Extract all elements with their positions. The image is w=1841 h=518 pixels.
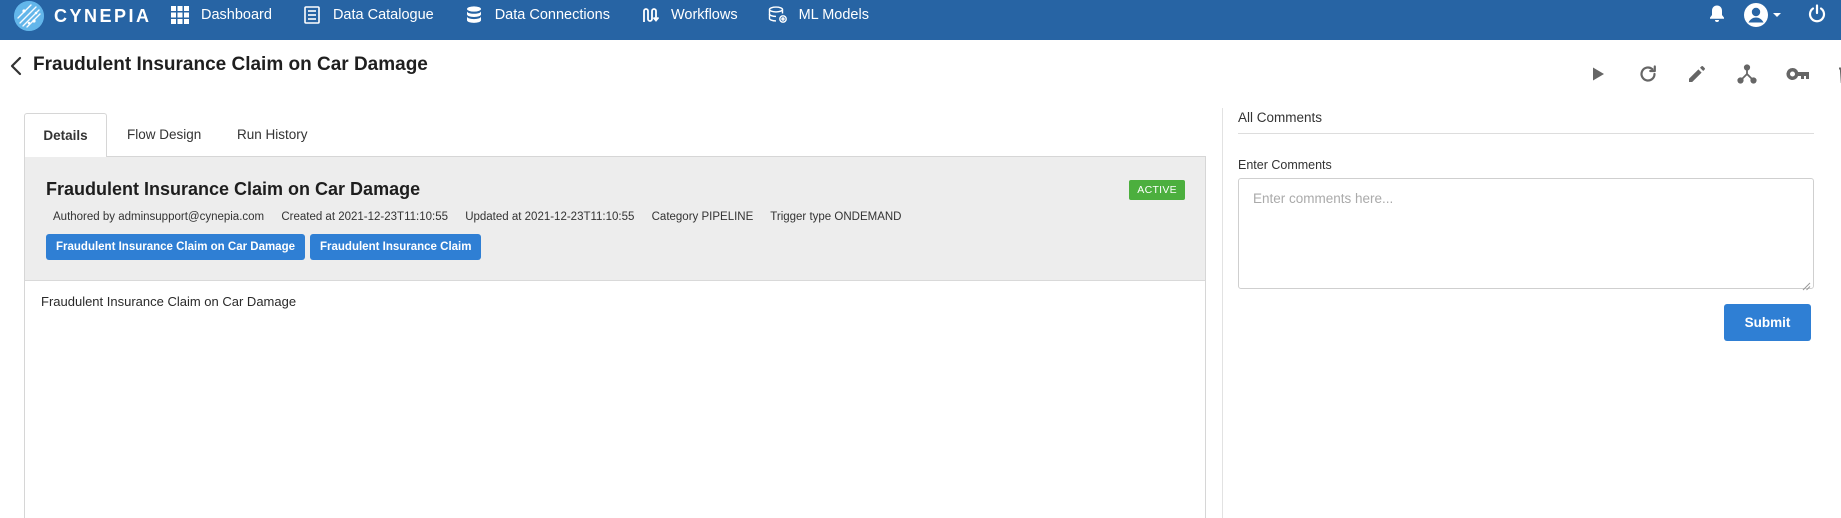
cynepia-logo-icon [14,1,44,31]
comments-divider [1238,133,1814,134]
resize-grip-icon[interactable] [1802,278,1811,291]
tag-chip[interactable]: Fraudulent Insurance Claim on Car Damage [46,234,306,260]
play-icon[interactable] [1585,60,1611,88]
enter-comments-label: Enter Comments [1238,158,1332,172]
nav-label: Data Catalogue [332,7,434,23]
database-icon [464,5,484,25]
workflow-title: Fraudulent Insurance Claim on Car Damage [46,179,421,199]
refresh-icon[interactable] [1635,60,1661,88]
trash-icon[interactable] [1833,60,1841,88]
fork-icon[interactable] [1734,60,1760,88]
key-icon[interactable] [1785,60,1811,88]
created-at: Created at 2021-12-23T11:10:55 [281,211,448,223]
nav-label: Workflows [670,7,738,23]
brand-name: CYNEPIA [54,5,152,26]
back-chevron-icon[interactable] [8,55,24,77]
main-nav: Dashboard Data Catalogue Data Connection… [170,0,899,30]
nav-label: ML Models [798,7,869,23]
status-badge: ACTIVE [1129,180,1185,200]
user-account-icon[interactable] [1743,2,1781,33]
tab-run-history[interactable]: Run History [237,113,308,156]
brand[interactable]: CYNEPIA [14,1,152,31]
submit-button[interactable]: Submit [1724,304,1811,341]
details-tabs: Details Flow Design Run History [24,113,1206,157]
nav-item-ml-models[interactable]: ML Models [768,5,869,25]
nav-item-workflows[interactable]: Workflows [640,5,738,25]
nav-item-data-connections[interactable]: Data Connections [464,5,610,25]
workflow-metadata: Authored by adminsupport@cynepia.com Cre… [53,211,915,223]
nav-label: Data Connections [494,7,610,23]
ml-models-icon [768,5,788,25]
column-divider [1222,108,1223,518]
trigger-type: Trigger type ONDEMAND [770,211,902,223]
tag-list: Fraudulent Insurance Claim on Car Damage… [46,234,486,260]
tab-flow-design[interactable]: Flow Design [127,113,201,156]
category: Category PIPELINE [651,211,754,223]
nav-label: Dashboard [201,7,272,23]
details-panel: Fraudulent Insurance Claim on Car Damage… [24,156,1206,518]
workflow-description: Fraudulent Insurance Claim on Car Damage [41,294,297,309]
nav-item-dashboard[interactable]: Dashboard [170,5,272,25]
updated-at: Updated at 2021-12-23T11:10:55 [465,211,635,223]
authored-by: Authored by adminsupport@cynepia.com [53,211,265,223]
workflow-summary: Fraudulent Insurance Claim on Car Damage… [25,157,1205,281]
catalogue-icon [302,5,322,25]
tag-chip[interactable]: Fraudulent Insurance Claim [310,234,482,260]
tab-details[interactable]: Details [24,113,107,157]
bell-icon[interactable] [1708,4,1726,29]
edit-icon[interactable] [1684,60,1710,88]
all-comments-heading: All Comments [1238,110,1323,125]
nav-item-data-catalogue[interactable]: Data Catalogue [302,5,434,25]
power-icon[interactable] [1807,4,1827,29]
workflow-icon [640,5,660,25]
top-navigation-bar: CYNEPIA Dashboard Data Catalogue Data Co… [0,0,1841,40]
page-title: Fraudulent Insurance Claim on Car Damage [33,54,428,75]
grid-icon [170,5,190,25]
comment-input[interactable] [1238,178,1814,289]
